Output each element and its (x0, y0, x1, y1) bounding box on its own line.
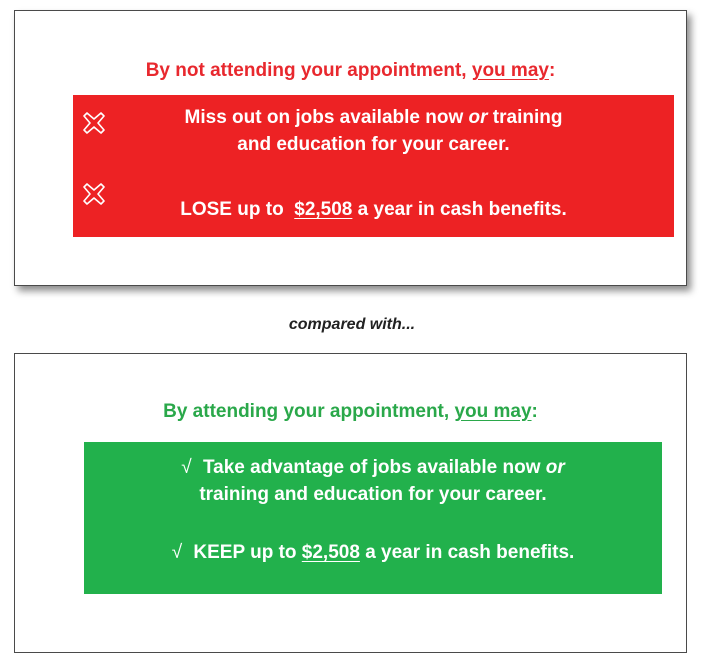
miss-out-line-2: and education for your career. (237, 134, 510, 155)
check-mark-icon: √ (171, 542, 183, 563)
take-advantage-line-1: √ Take advantage of jobs available now o… (181, 457, 565, 478)
keep-heading-emphasis: you may (454, 401, 532, 422)
lose-heading-emphasis: you may (471, 60, 549, 81)
lose-amount: $2,508 (294, 199, 353, 220)
lose-heading: By not attending your appointment, you m… (145, 60, 556, 81)
keep-amount: $2,508 (301, 542, 360, 563)
check-mark-icon: √ (181, 457, 192, 478)
lose-benefits-card: By not attending your appointment, you m… (14, 10, 687, 286)
benefits-panel: √ Take advantage of jobs available now o… (84, 442, 662, 594)
compared-with-text: compared with... (288, 316, 416, 333)
keep-heading: By attending your appointment, you may: (163, 401, 538, 422)
consequences-panel: Miss out on jobs available now or traini… (73, 95, 674, 237)
lose-benefits-line: LOSE up to $2,508 a year in cash benefit… (180, 199, 567, 220)
miss-out-line-1: Miss out on jobs available now or traini… (184, 107, 563, 128)
keep-benefits-card: By attending your appointment, you may: … (14, 353, 687, 653)
keep-benefits-line: √ KEEP up to $2,508 a year in cash benef… (171, 542, 575, 563)
take-advantage-line-2: training and education for your career. (199, 484, 547, 505)
